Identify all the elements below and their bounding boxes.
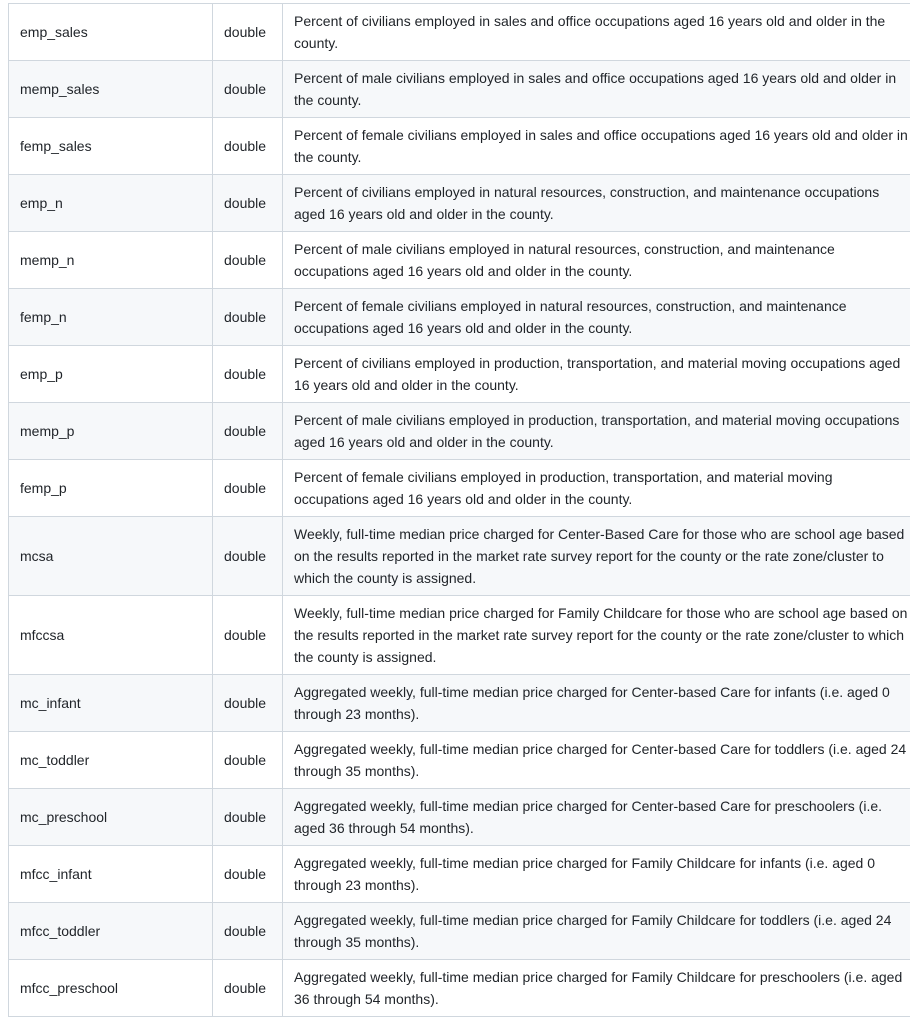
table-row: emp_n double Percent of civilians employ… bbox=[9, 175, 910, 232]
variable-name-cell: mcsa bbox=[9, 517, 213, 596]
variable-name-cell: mc_toddler bbox=[9, 732, 213, 789]
table-row: mc_infant double Aggregated weekly, full… bbox=[9, 675, 910, 732]
table-row: femp_n double Percent of female civilian… bbox=[9, 289, 910, 346]
description-cell: Percent of civilians employed in natural… bbox=[283, 175, 910, 232]
description-cell: Percent of female civilians employed in … bbox=[283, 289, 910, 346]
variable-name-cell: femp_n bbox=[9, 289, 213, 346]
variable-name-cell: memp_p bbox=[9, 403, 213, 460]
table-row: femp_p double Percent of female civilian… bbox=[9, 460, 910, 517]
variable-name-cell: mfcc_toddler bbox=[9, 903, 213, 960]
description-cell: Percent of civilians employed in sales a… bbox=[283, 4, 910, 61]
description-cell: Aggregated weekly, full-time median pric… bbox=[283, 960, 910, 1017]
table-row: mfccsa double Weekly, full-time median p… bbox=[9, 596, 910, 675]
variable-name-cell: emp_n bbox=[9, 175, 213, 232]
type-cell: double bbox=[213, 403, 283, 460]
table-row: emp_p double Percent of civilians employ… bbox=[9, 346, 910, 403]
table-row: mcsa double Weekly, full-time median pri… bbox=[9, 517, 910, 596]
table-row: mc_toddler double Aggregated weekly, ful… bbox=[9, 732, 910, 789]
description-cell: Aggregated weekly, full-time median pric… bbox=[283, 675, 910, 732]
type-cell: double bbox=[213, 289, 283, 346]
description-cell: Percent of male civilians employed in sa… bbox=[283, 61, 910, 118]
type-cell: double bbox=[213, 232, 283, 289]
variable-name-cell: emp_sales bbox=[9, 4, 213, 61]
table-row: mc_preschool double Aggregated weekly, f… bbox=[9, 789, 910, 846]
variable-name-cell: femp_sales bbox=[9, 118, 213, 175]
type-cell: double bbox=[213, 903, 283, 960]
table-row: femp_sales double Percent of female civi… bbox=[9, 118, 910, 175]
variable-name-cell: memp_sales bbox=[9, 61, 213, 118]
type-cell: double bbox=[213, 517, 283, 596]
description-cell: Percent of male civilians employed in na… bbox=[283, 232, 910, 289]
variables-table: emp_sales double Percent of civilians em… bbox=[8, 3, 910, 1017]
variable-name-cell: mc_infant bbox=[9, 675, 213, 732]
type-cell: double bbox=[213, 960, 283, 1017]
type-cell: double bbox=[213, 4, 283, 61]
variable-name-cell: mfcc_infant bbox=[9, 846, 213, 903]
variable-name-cell: emp_p bbox=[9, 346, 213, 403]
type-cell: double bbox=[213, 675, 283, 732]
description-cell: Aggregated weekly, full-time median pric… bbox=[283, 846, 910, 903]
type-cell: double bbox=[213, 346, 283, 403]
type-cell: double bbox=[213, 460, 283, 517]
table-row: memp_sales double Percent of male civili… bbox=[9, 61, 910, 118]
table-row: mfcc_infant double Aggregated weekly, fu… bbox=[9, 846, 910, 903]
type-cell: double bbox=[213, 61, 283, 118]
variable-name-cell: mc_preschool bbox=[9, 789, 213, 846]
table-row: memp_p double Percent of male civilians … bbox=[9, 403, 910, 460]
variable-name-cell: femp_p bbox=[9, 460, 213, 517]
table-row: memp_n double Percent of male civilians … bbox=[9, 232, 910, 289]
description-cell: Aggregated weekly, full-time median pric… bbox=[283, 732, 910, 789]
description-cell: Aggregated weekly, full-time median pric… bbox=[283, 903, 910, 960]
table-row: mfcc_toddler double Aggregated weekly, f… bbox=[9, 903, 910, 960]
description-cell: Percent of male civilians employed in pr… bbox=[283, 403, 910, 460]
type-cell: double bbox=[213, 789, 283, 846]
description-cell: Weekly, full-time median price charged f… bbox=[283, 596, 910, 675]
type-cell: double bbox=[213, 732, 283, 789]
variable-name-cell: memp_n bbox=[9, 232, 213, 289]
type-cell: double bbox=[213, 846, 283, 903]
description-cell: Percent of female civilians employed in … bbox=[283, 460, 910, 517]
variable-name-cell: mfccsa bbox=[9, 596, 213, 675]
description-cell: Weekly, full-time median price charged f… bbox=[283, 517, 910, 596]
table-row: emp_sales double Percent of civilians em… bbox=[9, 4, 910, 61]
type-cell: double bbox=[213, 118, 283, 175]
table-row: mfcc_preschool double Aggregated weekly,… bbox=[9, 960, 910, 1017]
description-cell: Percent of civilians employed in product… bbox=[283, 346, 910, 403]
variable-name-cell: mfcc_preschool bbox=[9, 960, 213, 1017]
type-cell: double bbox=[213, 175, 283, 232]
description-cell: Percent of female civilians employed in … bbox=[283, 118, 910, 175]
description-cell: Aggregated weekly, full-time median pric… bbox=[283, 789, 910, 846]
type-cell: double bbox=[213, 596, 283, 675]
